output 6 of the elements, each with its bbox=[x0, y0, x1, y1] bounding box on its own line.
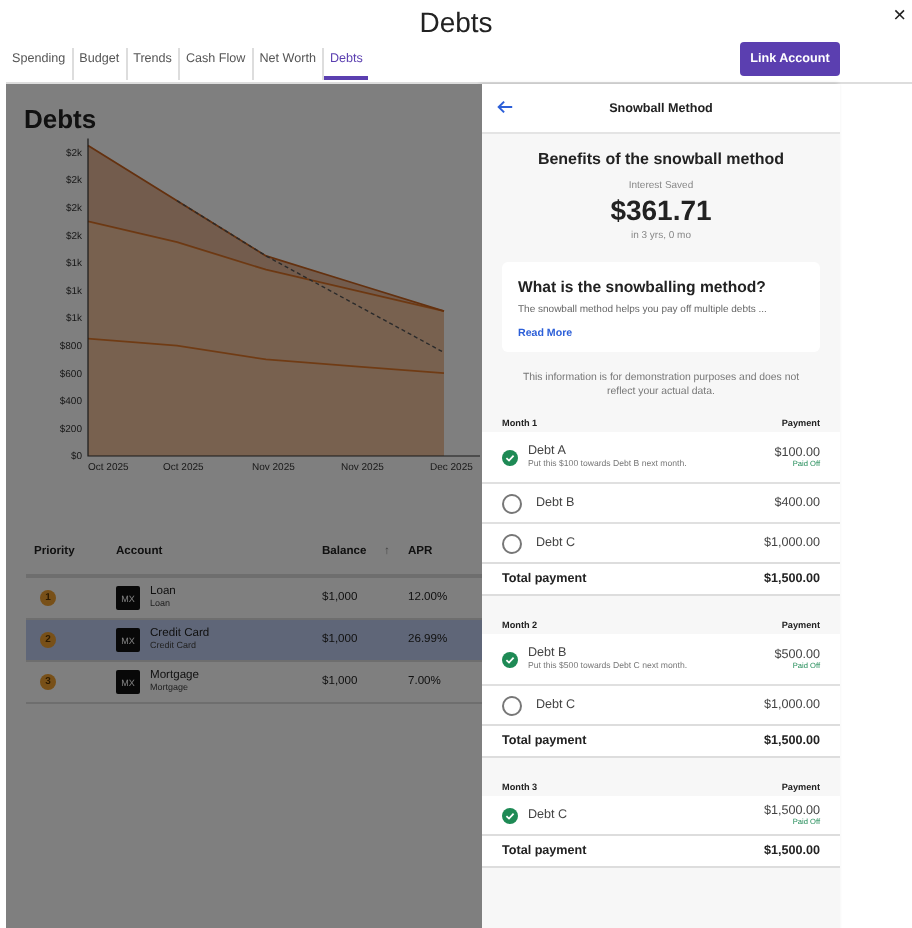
window-title: Debts bbox=[419, 4, 493, 40]
benefits-heading: Benefits of the snowball method bbox=[537, 150, 785, 168]
back-arrow-icon[interactable] bbox=[496, 98, 514, 116]
interest-saved-amount: $361.71 bbox=[610, 194, 712, 226]
page-heading: Debts bbox=[22, 102, 99, 136]
close-button[interactable]: × bbox=[889, 4, 910, 28]
